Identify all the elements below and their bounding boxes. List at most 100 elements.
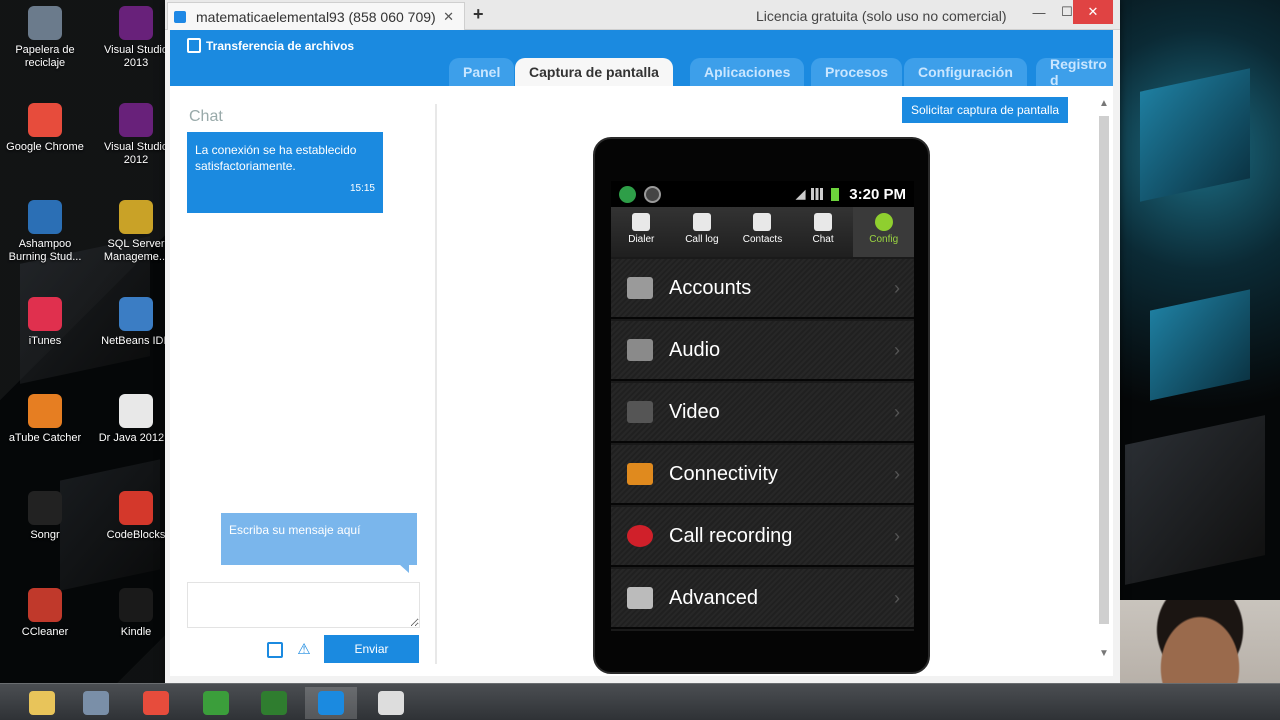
antenna-icon (627, 463, 653, 485)
chat-message-text: La conexión se ha establecido satisfacto… (195, 143, 357, 173)
close-tab-icon[interactable]: ✕ (443, 9, 454, 25)
tool-icon (378, 691, 404, 715)
send-button[interactable]: Enviar (324, 635, 419, 663)
scroll-thumb[interactable] (1099, 116, 1109, 624)
settings-row[interactable]: Call recording › (611, 507, 914, 567)
phone-tab-label: Dialer (628, 234, 655, 245)
scroll-up-icon[interactable]: ▲ (1097, 98, 1111, 112)
settings-row-label: Audio (669, 338, 721, 361)
panel-divider (435, 104, 437, 664)
desktop-icon-label: Ashampoo Burning Stud... (8, 238, 82, 263)
taskbar-app-tool[interactable] (365, 687, 417, 719)
app-icon (119, 103, 153, 137)
app-icon (28, 394, 62, 428)
dialpad-icon (632, 213, 651, 231)
chat-title: Chat (189, 108, 223, 125)
settings-row[interactable]: Accounts › (611, 259, 914, 319)
desktop-icon[interactable]: Songr (3, 491, 87, 542)
app-icon (28, 491, 62, 525)
phone-tab-call-log[interactable]: Call log (672, 207, 733, 257)
gear-icon (874, 213, 893, 231)
phone-tab-label: Contacts (742, 234, 783, 245)
file-transfer-icon (187, 38, 201, 53)
chevron-right-icon: › (894, 401, 900, 422)
taskbar-app-chrome[interactable] (130, 687, 182, 719)
camtasia-recorder-icon (261, 691, 287, 715)
message-input[interactable] (187, 582, 420, 628)
taskbar-app-file-explorer[interactable] (16, 687, 68, 719)
license-text: Licencia gratuita (solo uso no comercial… (756, 8, 1007, 24)
request-screenshot-button[interactable]: Solicitar captura de pantalla (902, 97, 1068, 123)
tab-configuration[interactable]: Configuración (904, 58, 1027, 86)
settings-row[interactable]: Advanced › (611, 569, 914, 629)
file-icon[interactable] (267, 642, 283, 658)
phone-tab-config[interactable]: Config (853, 207, 914, 257)
record-icon (627, 525, 653, 547)
settings-row[interactable]: Connectivity › (611, 445, 914, 505)
chat-message: La conexión se ha establecido satisfacto… (187, 132, 383, 213)
tab-screenshot[interactable]: Captura de pantalla (515, 58, 673, 86)
tab-applications[interactable]: Aplicaciones (690, 58, 805, 86)
alarm-icon[interactable]: ⚠ (295, 641, 313, 659)
phone-tab-chat[interactable]: Chat (793, 207, 854, 257)
chevron-right-icon: › (894, 277, 900, 298)
settings-row[interactable]: Audio › (611, 321, 914, 381)
desktop-icon[interactable]: iTunes (3, 297, 87, 348)
taskbar-app-teamviewer[interactable] (305, 687, 357, 719)
scroll-down-icon[interactable]: ▼ (1097, 648, 1111, 662)
desktop-icon[interactable]: CCleaner (3, 588, 87, 639)
settings-row-label: Connectivity (669, 462, 778, 485)
settings-row-label: Advanced (669, 586, 758, 609)
app-icon (119, 394, 153, 428)
teamviewer-window: matematicaelemental93 (858 060 709) ✕ + … (165, 0, 1120, 683)
settings-row-label: Call recording (669, 524, 793, 547)
phone-tab-contacts[interactable]: Contacts (732, 207, 793, 257)
phone-tab-label: Config (869, 234, 899, 245)
accounts-icon (627, 277, 653, 299)
call-log-icon (692, 213, 711, 231)
desktop-icon-label: iTunes (28, 335, 62, 347)
virtualbox-icon (83, 691, 109, 715)
app-icon (28, 6, 62, 40)
taskbar-app-camtasia[interactable] (190, 687, 242, 719)
phone-tab-label: Call log (685, 234, 719, 245)
vertical-scrollbar[interactable]: ▲ ▼ (1097, 98, 1111, 662)
desktop-icon[interactable]: Google Chrome (3, 103, 87, 154)
taskbar (0, 683, 1280, 720)
phone-app-tabs: Dialer Call log Contacts Chat Config (611, 207, 914, 257)
wallpaper-cube (1125, 415, 1265, 585)
close-window-button[interactable]: ✕ (1073, 0, 1113, 24)
phone-tab-dialer[interactable]: Dialer (611, 207, 672, 257)
taskbar-app-virtualbox[interactable] (70, 687, 122, 719)
header-bar: Transferencia de archivos Panel Captura … (170, 30, 1113, 86)
session-tab-title: matematicaelemental93 (858 060 709) (196, 8, 436, 25)
tab-panel[interactable]: Panel (449, 58, 515, 86)
tab-processes[interactable]: Procesos (811, 58, 903, 86)
battery-icon (831, 187, 840, 201)
title-bar: matematicaelemental93 (858 060 709) ✕ + … (165, 0, 1120, 30)
file-explorer-icon (29, 691, 55, 715)
chevron-right-icon: › (894, 339, 900, 360)
desktop-icon-label: Songr (30, 529, 60, 541)
desktop-icon[interactable]: aTube Catcher (3, 394, 87, 445)
tab-log[interactable]: Registro d (1036, 58, 1113, 86)
file-transfer-link[interactable]: Transferencia de archivos (187, 38, 354, 53)
taskbar-app-camtasia-recorder[interactable] (248, 687, 300, 719)
phone-clock: 3:20 PM (849, 185, 906, 203)
desktop-icon-label: Google Chrome (6, 141, 84, 153)
settings-row-label: Accounts (669, 276, 752, 299)
file-transfer-label: Transferencia de archivos (206, 38, 355, 53)
session-tab[interactable]: matematicaelemental93 (858 060 709) ✕ (167, 2, 465, 30)
chevron-right-icon: › (894, 463, 900, 484)
contacts-icon (753, 213, 772, 231)
app-icon (119, 588, 153, 622)
desktop-icon-label: Papelera de reciclaje (15, 44, 75, 69)
new-tab-button[interactable]: + (473, 4, 484, 25)
settings-row[interactable]: Video › (611, 383, 914, 443)
desktop-icon[interactable]: Ashampoo Burning Stud... (3, 200, 87, 264)
minimize-button[interactable]: — (1025, 0, 1053, 24)
chevron-right-icon: › (894, 525, 900, 546)
desktop-icon[interactable]: Papelera de reciclaje (3, 6, 87, 70)
whatsapp-icon (619, 185, 636, 203)
status-right: ◢ 3:20 PM (796, 186, 914, 203)
